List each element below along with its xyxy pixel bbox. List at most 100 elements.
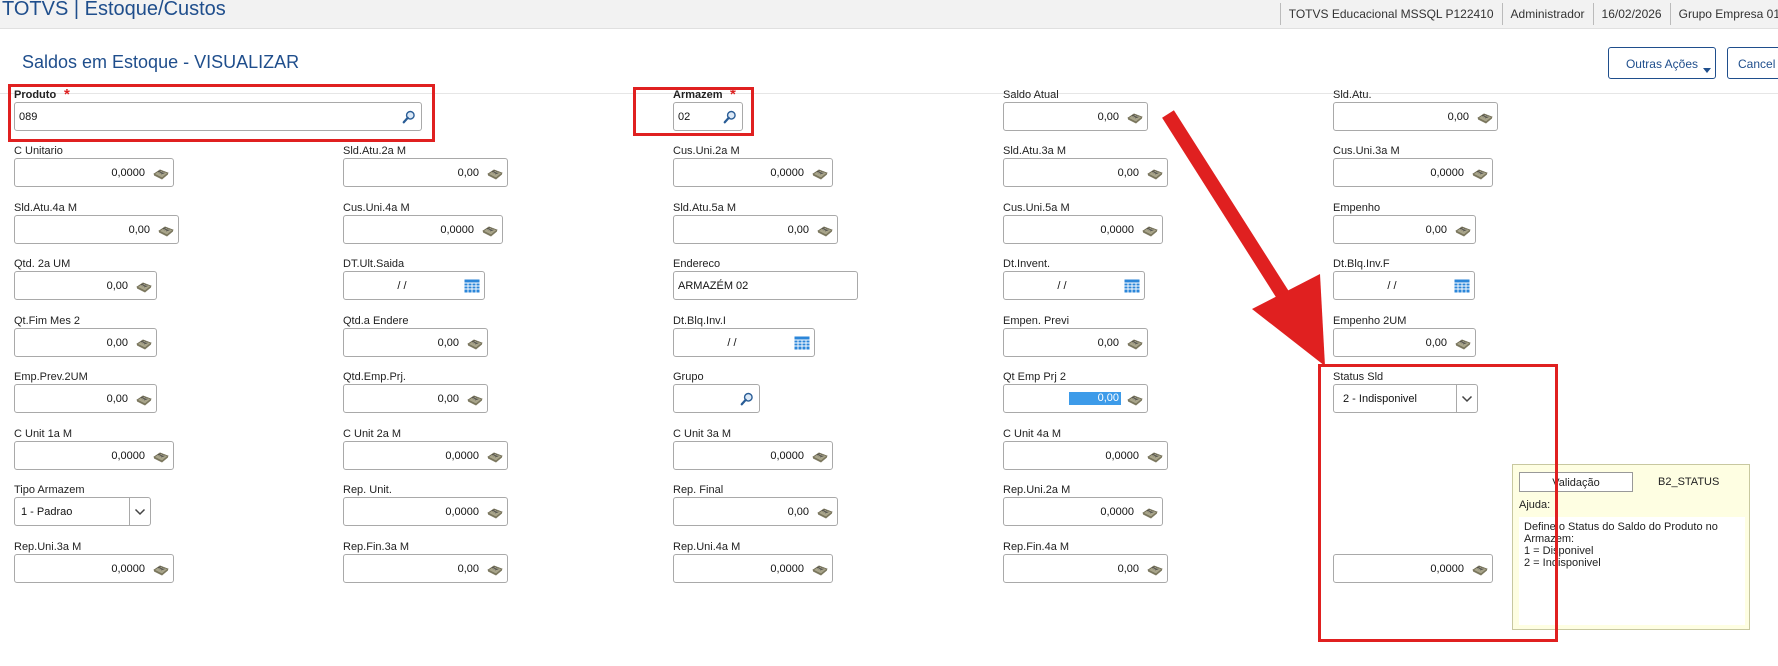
calculator-icon[interactable] (1142, 223, 1158, 237)
cancel-button[interactable]: Cancel (1727, 47, 1778, 79)
c-unit-1a-input[interactable]: 0,0000 (14, 441, 174, 470)
cus-uni-4a-input[interactable]: 0,0000 (343, 215, 503, 244)
qt-fim-mes-2-value: 0,00 (106, 337, 128, 349)
calculator-icon[interactable] (467, 336, 483, 350)
other-actions-button[interactable]: Outras Ações (1608, 47, 1716, 79)
c-unit-2a-input[interactable]: 0,0000 (343, 441, 508, 470)
field-saldo-atual: Saldo Atual 0,00 (1003, 89, 1148, 133)
sld-atu-2a-label: Sld.Atu.2a M (343, 145, 406, 157)
qt-fim-mes-2-input[interactable]: 0,00 (14, 328, 157, 357)
calculator-icon[interactable] (487, 562, 503, 576)
rep-uni-2a-input[interactable]: 0,0000 (1003, 497, 1163, 526)
cus-uni-3a-input[interactable]: 0,0000 (1333, 158, 1493, 187)
endereco-input[interactable]: ARMAZÉM 02 (673, 271, 858, 300)
sld-atu-input[interactable]: 0,00 (1333, 102, 1498, 131)
calculator-icon[interactable] (1455, 223, 1471, 237)
field-grupo: Grupo (673, 371, 760, 415)
calculator-icon[interactable] (153, 166, 169, 180)
calculator-icon[interactable] (136, 279, 152, 293)
dt-blq-inv-f-input[interactable]: / / (1333, 271, 1475, 300)
dt-blq-inv-i-input[interactable]: / / (673, 328, 815, 357)
calculator-icon[interactable] (1455, 336, 1471, 350)
rep-fin-3a-input[interactable]: 0,00 (343, 554, 508, 583)
qtd-a-endere-input[interactable]: 0,00 (343, 328, 488, 357)
field-qt-fim-mes-2: Qt.Fim Mes 2 0,00 (14, 315, 157, 359)
saldo-atual-input[interactable]: 0,00 (1003, 102, 1148, 131)
calculator-icon[interactable] (812, 449, 828, 463)
dt-ult-saida-input[interactable]: / / (343, 271, 485, 300)
calculator-icon[interactable] (487, 166, 503, 180)
emp-prev-2um-label: Emp.Prev.2UM (14, 371, 88, 383)
emp-prev-2um-input[interactable]: 0,00 (14, 384, 157, 413)
calendar-icon[interactable] (1124, 279, 1140, 293)
calendar-icon[interactable] (464, 279, 480, 293)
search-icon[interactable] (739, 392, 755, 406)
calculator-icon[interactable] (153, 449, 169, 463)
calendar-icon[interactable] (794, 336, 810, 350)
calculator-icon[interactable] (136, 336, 152, 350)
tipo-armazem-select[interactable]: 1 - Padrao (14, 497, 151, 526)
calculator-icon[interactable] (1472, 166, 1488, 180)
empenho-input[interactable]: 0,00 (1333, 215, 1476, 244)
dt-invent-input[interactable]: / / (1003, 271, 1145, 300)
company-info[interactable]: Grupo Empresa 01 / Fi (1669, 3, 1778, 25)
sld-atu-5a-value: 0,00 (787, 224, 809, 236)
calculator-icon[interactable] (136, 392, 152, 406)
sld-atu-4a-input[interactable]: 0,00 (14, 215, 179, 244)
saldo-atual-label: Saldo Atual (1003, 89, 1059, 101)
calculator-icon[interactable] (1142, 505, 1158, 519)
emp-prev-2um-value: 0,00 (106, 393, 128, 405)
field-cus-uni-2a: Cus.Uni.2a M 0,0000 (673, 145, 833, 189)
calculator-icon[interactable] (482, 223, 498, 237)
empen-previ-input[interactable]: 0,00 (1003, 328, 1148, 357)
rep-final-label: Rep. Final (673, 484, 724, 496)
grupo-input[interactable] (673, 384, 760, 413)
rep-uni-4a-input[interactable]: 0,0000 (673, 554, 833, 583)
c-unit-3a-input[interactable]: 0,0000 (673, 441, 833, 470)
qt-emp-prj-2-input[interactable]: 0,00 (1003, 384, 1148, 413)
sld-atu-3a-label: Sld.Atu.3a M (1003, 145, 1066, 157)
rep-uni-3a-input[interactable]: 0,0000 (14, 554, 174, 583)
dt-invent-label: Dt.Invent. (1003, 258, 1051, 270)
calculator-icon[interactable] (812, 166, 828, 180)
rep-final-input[interactable]: 0,00 (673, 497, 838, 526)
calculator-icon[interactable] (1147, 449, 1163, 463)
field-qtd-a-endere: Qtd.a Endere 0,00 (343, 315, 488, 359)
calculator-icon[interactable] (812, 562, 828, 576)
cus-uni-2a-input[interactable]: 0,0000 (673, 158, 833, 187)
calculator-icon[interactable] (467, 392, 483, 406)
qtd-emp-prj-input[interactable]: 0,00 (343, 384, 488, 413)
qtd-2a-um-input[interactable]: 0,00 (14, 271, 157, 300)
cus-uni-4a-label: Cus.Uni.4a M (343, 202, 410, 214)
field-qt-emp-prj-2: Qt Emp Prj 2 0,00 (1003, 371, 1148, 415)
calculator-icon[interactable] (817, 505, 833, 519)
c-unitario-input[interactable]: 0,0000 (14, 158, 174, 187)
cus-uni-3a-value: 0,0000 (1430, 167, 1464, 179)
rep-fin-4a-input[interactable]: 0,00 (1003, 554, 1168, 583)
calendar-icon[interactable] (1454, 279, 1470, 293)
sld-atu-3a-input[interactable]: 0,00 (1003, 158, 1168, 187)
rep-unit-input[interactable]: 0,0000 (343, 497, 508, 526)
calculator-icon[interactable] (158, 223, 174, 237)
calculator-icon[interactable] (1127, 110, 1143, 124)
field-rep-uni-4a: Rep.Uni.4a M 0,0000 (673, 541, 833, 585)
cus-uni-2a-value: 0,0000 (770, 167, 804, 179)
dropdown-toggle[interactable] (129, 498, 150, 525)
qt-emp-prj-2-label: Qt Emp Prj 2 (1003, 371, 1066, 383)
field-emp-prev-2um: Emp.Prev.2UM 0,00 (14, 371, 157, 415)
c-unit-4a-value: 0,0000 (1105, 450, 1139, 462)
calculator-icon[interactable] (487, 449, 503, 463)
empenho-2um-input[interactable]: 0,00 (1333, 328, 1476, 357)
calculator-icon[interactable] (1147, 562, 1163, 576)
calculator-icon[interactable] (1127, 392, 1143, 406)
calculator-icon[interactable] (487, 505, 503, 519)
field-dt-blq-inv-i: Dt.Blq.Inv.I / / (673, 315, 815, 359)
sld-atu-2a-input[interactable]: 0,00 (343, 158, 508, 187)
sld-atu-5a-input[interactable]: 0,00 (673, 215, 838, 244)
calculator-icon[interactable] (1127, 336, 1143, 350)
calculator-icon[interactable] (1477, 110, 1493, 124)
cus-uni-5a-input[interactable]: 0,0000 (1003, 215, 1163, 244)
calculator-icon[interactable] (153, 562, 169, 576)
c-unit-4a-input[interactable]: 0,0000 (1003, 441, 1168, 470)
calculator-icon[interactable] (817, 223, 833, 237)
